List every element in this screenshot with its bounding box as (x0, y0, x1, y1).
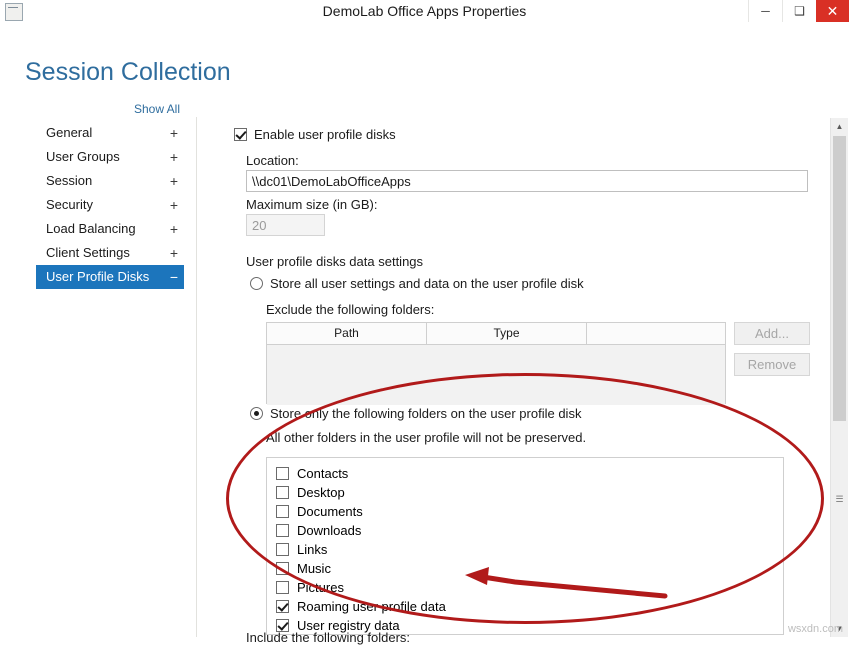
remove-button[interactable]: Remove (734, 353, 810, 376)
sidebar-item-label: Security (46, 197, 93, 212)
data-settings-heading: User profile disks data settings (246, 254, 423, 269)
store-only-folders-radio[interactable] (250, 407, 263, 420)
exclude-folders-table[interactable]: Path Type (266, 322, 726, 404)
store-all-settings-label: Store all user settings and data on the … (270, 276, 584, 291)
vertical-scrollbar[interactable]: ▲ ☰ ▼ (830, 118, 848, 637)
folder-roaming-user-profile-data[interactable]: Roaming user profile data (276, 597, 783, 616)
sidebar-item-security[interactable]: Security + (36, 193, 184, 217)
sidebar-item-label: User Groups (46, 149, 120, 164)
table-header-row: Path Type (267, 323, 725, 345)
folder-checkbox[interactable] (276, 600, 289, 613)
folder-label: Roaming user profile data (297, 599, 446, 614)
folders-listbox[interactable]: Contacts Desktop Documents Downloads Lin… (266, 457, 784, 635)
table-body-empty (267, 345, 725, 405)
watermark: wsxdn.com (788, 623, 843, 635)
sidebar-item-user-profile-disks[interactable]: User Profile Disks − (36, 265, 184, 289)
store-all-settings-radio[interactable] (250, 277, 263, 290)
store-only-folders-row[interactable]: Store only the following folders on the … (250, 406, 581, 421)
folder-checkbox[interactable] (276, 562, 289, 575)
sidebar-item-load-balancing[interactable]: Load Balancing + (36, 217, 184, 241)
store-all-settings-row[interactable]: Store all user settings and data on the … (250, 276, 584, 291)
not-preserved-note: All other folders in the user profile wi… (266, 430, 586, 445)
location-label: Location: (246, 153, 299, 168)
sidebar-item-label: Session (46, 173, 92, 188)
show-all-link[interactable]: Show All (36, 102, 184, 116)
scrollbar-grip-icon[interactable]: ☰ (833, 493, 846, 505)
folder-checkbox[interactable] (276, 486, 289, 499)
maximum-size-label: Maximum size (in GB): (246, 197, 377, 212)
folder-label: Downloads (297, 523, 361, 538)
sidebar-item-general[interactable]: General + (36, 121, 184, 145)
folder-music[interactable]: Music (276, 559, 783, 578)
window-title: DemoLab Office Apps Properties (0, 0, 849, 22)
folder-desktop[interactable]: Desktop (276, 483, 783, 502)
plus-icon[interactable]: + (170, 241, 178, 265)
window-body: Session Collection Show All General + Us… (0, 22, 849, 637)
folder-checkbox[interactable] (276, 524, 289, 537)
column-header-type[interactable]: Type (427, 323, 587, 344)
title-bar: DemoLab Office Apps Properties ─ ❑ ✕ (0, 0, 849, 23)
folder-documents[interactable]: Documents (276, 502, 783, 521)
sidebar-item-label: User Profile Disks (46, 269, 149, 284)
page-title: Session Collection (25, 58, 231, 87)
exclude-folders-label: Exclude the following folders: (266, 302, 434, 317)
window-controls: ─ ❑ ✕ (748, 0, 849, 22)
folder-downloads[interactable]: Downloads (276, 521, 783, 540)
folder-label: Documents (297, 504, 363, 519)
plus-icon[interactable]: + (170, 217, 178, 241)
scroll-up-icon[interactable]: ▲ (831, 118, 848, 135)
enable-user-profile-disks-row[interactable]: Enable user profile disks (234, 127, 396, 142)
maximize-button[interactable]: ❑ (782, 0, 816, 22)
folder-contacts[interactable]: Contacts (276, 464, 783, 483)
folder-checkbox[interactable] (276, 543, 289, 556)
enable-user-profile-disks-label: Enable user profile disks (254, 127, 396, 142)
include-folders-label: Include the following folders: (246, 630, 410, 645)
enable-user-profile-disks-checkbox[interactable] (234, 128, 247, 141)
sidebar-item-label: Client Settings (46, 245, 130, 260)
store-only-folders-label: Store only the following folders on the … (270, 406, 581, 421)
sidebar-item-label: Load Balancing (46, 221, 136, 236)
location-input[interactable] (246, 170, 808, 192)
maximum-size-input[interactable] (246, 214, 325, 236)
minimize-button[interactable]: ─ (748, 0, 782, 22)
folder-checkbox[interactable] (276, 505, 289, 518)
folder-label: Desktop (297, 485, 345, 500)
sidebar-item-session[interactable]: Session + (36, 169, 184, 193)
folder-label: Music (297, 561, 331, 576)
plus-icon[interactable]: + (170, 193, 178, 217)
sidebar-item-user-groups[interactable]: User Groups + (36, 145, 184, 169)
folder-checkbox[interactable] (276, 467, 289, 480)
pane-divider (196, 117, 197, 637)
scrollbar-thumb[interactable] (833, 136, 846, 421)
sidebar-nav: Show All General + User Groups + Session… (36, 102, 184, 289)
add-button[interactable]: Add... (734, 322, 810, 345)
column-header-blank[interactable] (587, 323, 725, 344)
folder-label: Contacts (297, 466, 348, 481)
plus-icon[interactable]: + (170, 145, 178, 169)
minus-icon[interactable]: − (170, 265, 178, 289)
column-header-path[interactable]: Path (267, 323, 427, 344)
folder-label: Links (297, 542, 327, 557)
folder-pictures[interactable]: Pictures (276, 578, 783, 597)
folder-links[interactable]: Links (276, 540, 783, 559)
plus-icon[interactable]: + (170, 121, 178, 145)
folder-checkbox[interactable] (276, 581, 289, 594)
folder-label: Pictures (297, 580, 344, 595)
plus-icon[interactable]: + (170, 169, 178, 193)
sidebar-item-label: General (46, 125, 92, 140)
close-button[interactable]: ✕ (816, 0, 849, 22)
user-profile-disks-pane: Enable user profile disks Location: Maxi… (222, 117, 822, 637)
sidebar-item-client-settings[interactable]: Client Settings + (36, 241, 184, 265)
